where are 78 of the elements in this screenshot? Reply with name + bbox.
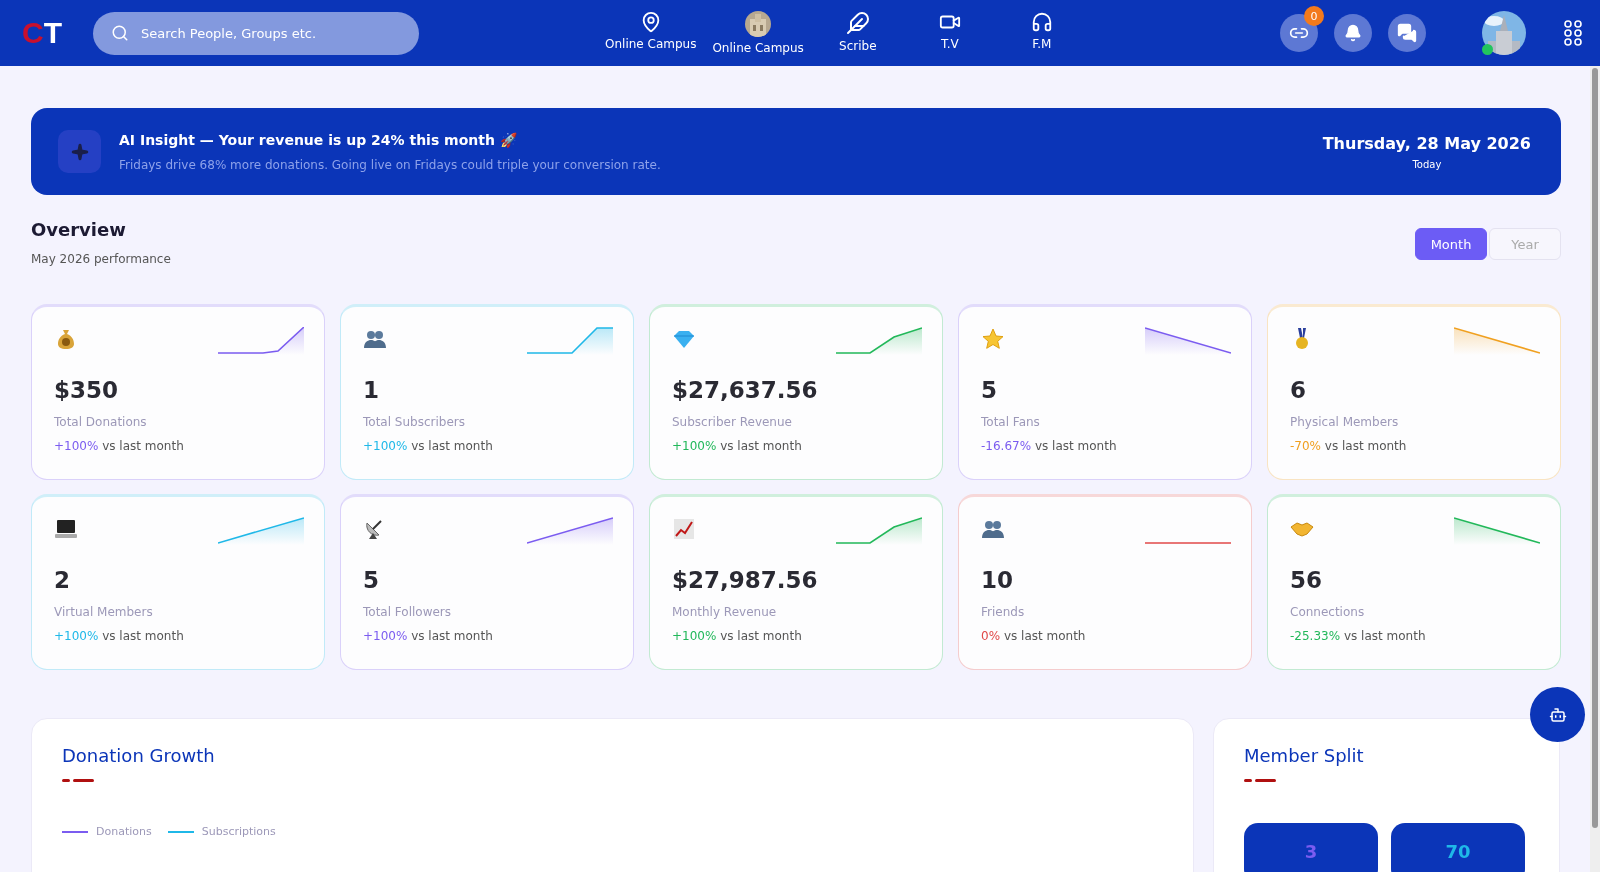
change-caption: vs last month <box>720 629 802 643</box>
bot-icon <box>1548 705 1567 724</box>
bell-icon <box>1344 24 1362 42</box>
chat-icon <box>1397 23 1417 43</box>
split-value: 70 <box>1445 841 1471 862</box>
legend-label: Subscriptions <box>201 825 276 838</box>
stat-label: Monthly Revenue <box>672 605 778 619</box>
change-caption: vs last month <box>1003 629 1086 643</box>
chatbot-button[interactable] <box>1530 687 1585 742</box>
stat-value: $27,987.56 <box>672 567 819 593</box>
change-percent: +100% <box>363 439 408 453</box>
stat-value: $27,637.56 <box>672 377 819 403</box>
stat-value: 5 <box>363 567 380 593</box>
chart-icon <box>672 517 696 541</box>
link-button[interactable] <box>1280 14 1318 52</box>
change-percent: -16.67% <box>981 439 1032 453</box>
apps-grid-icon[interactable] <box>1564 20 1582 46</box>
accent-mark <box>62 778 94 783</box>
stat-label: Total Donations <box>54 415 148 429</box>
change-percent: +100% <box>672 629 717 643</box>
date-caption: Today <box>1412 158 1442 170</box>
accent-mark <box>1244 778 1276 783</box>
insight-title: AI Insight — Your revenue is up 24% this month 🚀 <box>119 131 518 148</box>
change-percent: +100% <box>54 629 99 643</box>
change-caption: vs last month <box>1324 439 1407 453</box>
change-caption: vs last month <box>411 629 493 643</box>
change-caption: vs last month <box>720 439 802 453</box>
stat-label: Total Followers <box>363 605 453 619</box>
stat-label: Physical Members <box>1290 415 1400 429</box>
search-icon <box>111 23 129 42</box>
nav-item[interactable]: Online Campus <box>597 11 705 55</box>
stat-value: $350 <box>54 377 119 403</box>
stat-label: Total Fans <box>981 415 1041 429</box>
change-percent: +100% <box>54 439 99 453</box>
notification-badge: 0 <box>1304 6 1324 26</box>
change-percent: +100% <box>672 439 717 453</box>
nav-item[interactable]: Scribe <box>811 11 904 55</box>
panel-title: Donation Growth <box>62 745 216 766</box>
section-subtitle: May 2026 performance <box>31 252 172 266</box>
headphones-icon <box>1030 11 1053 33</box>
change-percent: 0% <box>981 629 1001 643</box>
star-icon <box>981 327 1005 351</box>
stat-value: 10 <box>981 567 1014 593</box>
period-toggle[interactable]: Month <box>1415 228 1487 260</box>
section-title: Overview <box>31 219 127 240</box>
stat-label: Friends <box>981 605 1026 619</box>
insight-text: Fridays drive 68% more donations. Going live on Fridays could triple your conversion rate. <box>119 157 662 172</box>
stat-label: Virtual Members <box>54 605 154 619</box>
current-date: Thursday, 28 May 2026 <box>1322 133 1531 153</box>
split-value: 3 <box>1304 841 1318 862</box>
change-caption: vs last month <box>1343 629 1426 643</box>
laptop-icon <box>54 517 78 541</box>
stat-value: 1 <box>363 377 380 403</box>
nav-item[interactable]: F.M <box>995 11 1088 55</box>
change-caption: vs last month <box>1034 439 1117 453</box>
change-percent: -25.33% <box>1290 629 1341 643</box>
search-field[interactable]: Search People, Groups etc. <box>93 11 419 55</box>
chat-button[interactable] <box>1388 14 1426 52</box>
quill-icon <box>845 11 870 35</box>
stat-label: Subscriber Revenue <box>672 415 793 429</box>
sparkle-icon <box>70 142 89 161</box>
panel-title: Member Split <box>1244 745 1365 766</box>
stat-value: 2 <box>54 567 71 593</box>
change-caption: vs last month <box>102 629 184 643</box>
stat-value: 6 <box>1290 377 1307 403</box>
stat-value: 56 <box>1290 567 1323 593</box>
stat-value: 5 <box>981 377 998 403</box>
stat-label: Connections <box>1290 605 1366 619</box>
stat-label: Total Subscribers <box>363 415 466 429</box>
bell-button[interactable] <box>1334 14 1372 52</box>
change-caption: vs last month <box>102 439 184 453</box>
logo[interactable]: CT <box>22 16 93 50</box>
change-percent: +100% <box>363 629 408 643</box>
nav-item[interactable]: T.V <box>903 11 996 55</box>
change-caption: vs last month <box>411 439 493 453</box>
nav-item[interactable]: Online Campus <box>704 11 812 55</box>
change-percent: -70% <box>1290 439 1321 453</box>
legend-label: Donations <box>96 825 152 838</box>
